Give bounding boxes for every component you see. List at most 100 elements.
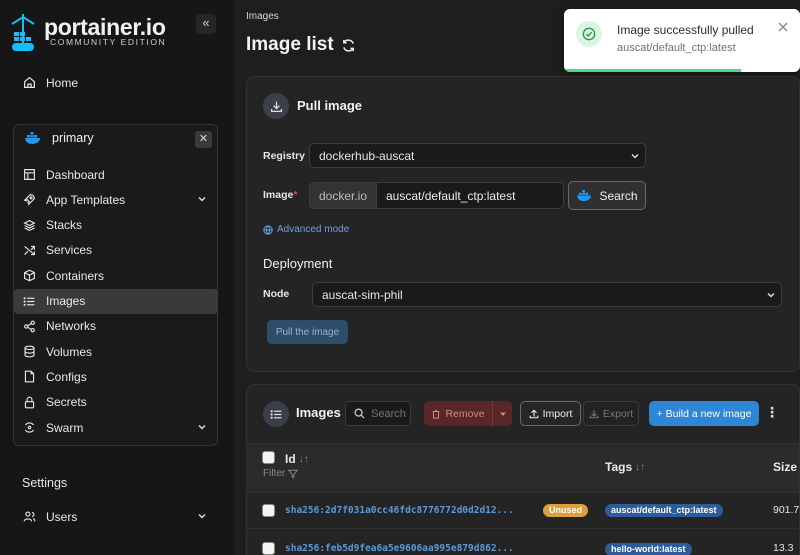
build-image-button[interactable]: + Build a new image — [649, 401, 759, 426]
download-icon — [589, 409, 599, 418]
lock-icon — [22, 395, 36, 409]
sidebar-item-services[interactable]: Services — [14, 238, 218, 263]
images-search[interactable] — [345, 401, 411, 426]
column-id-label: Id — [285, 452, 296, 466]
row-checkbox[interactable] — [262, 504, 275, 517]
table-header — [247, 443, 799, 493]
image-tag-badge: hello-world:latest — [605, 543, 692, 555]
main-content: Images Image list Pull image Registry do… — [234, 0, 800, 555]
column-header-size[interactable]: Size — [773, 460, 797, 474]
shuffle-icon — [22, 243, 36, 257]
remove-options-button[interactable] — [492, 401, 512, 426]
chevron-down-icon — [198, 513, 206, 519]
sidebar-item-label: Swarm — [46, 420, 84, 435]
file-icon — [22, 370, 36, 384]
list-icon — [263, 401, 289, 427]
home-icon — [22, 76, 36, 90]
sort-icon: ↓↑ — [298, 453, 309, 465]
more-options-icon[interactable]: ⋮ — [765, 404, 779, 424]
toast-title: Image successfully pulled — [617, 23, 754, 37]
sidebar-item-home[interactable]: Home — [14, 70, 218, 95]
column-header-id[interactable]: Id ↓↑ — [285, 452, 309, 466]
sidebar-item-volumes[interactable]: Volumes — [14, 339, 218, 364]
images-search-input[interactable] — [371, 407, 407, 420]
sidebar-item-app-templates[interactable]: App Templates — [14, 187, 218, 212]
row-checkbox[interactable] — [262, 542, 275, 555]
image-size: 13.3 — [773, 542, 794, 554]
breadcrumb[interactable]: Images — [246, 11, 279, 22]
sidebar-item-users[interactable]: Users — [14, 504, 218, 529]
advanced-mode-link[interactable]: Advanced mode — [263, 224, 349, 235]
download-icon — [263, 93, 289, 119]
sidebar-item-label: Home — [46, 75, 79, 90]
database-icon — [22, 345, 36, 359]
image-label-text: Image — [263, 189, 294, 201]
registry-prefix: docker.io — [309, 182, 377, 209]
check-circle-icon — [576, 21, 602, 47]
portainer-logo[interactable]: portainer.io COMMUNITY EDITION — [10, 12, 180, 52]
import-button[interactable]: Import — [520, 401, 581, 426]
filter-label: Filter — [263, 468, 286, 479]
advanced-mode-label: Advanced mode — [277, 224, 350, 235]
filter-icon — [288, 469, 299, 479]
environment-name[interactable]: primary — [24, 131, 94, 145]
sidebar-item-swarm[interactable]: Swarm — [14, 415, 218, 440]
page-title-text: Image list — [246, 34, 334, 55]
pull-image-title: Pull image — [297, 98, 363, 113]
sidebar-item-label: Images — [46, 294, 86, 308]
sidebar-item-images[interactable]: Images — [14, 288, 218, 314]
list-icon — [22, 294, 36, 308]
image-id-link[interactable]: sha256:2d7f031a0cc46fdc8776772d0d2d12... — [285, 505, 514, 516]
column-header-tags[interactable]: Tags ↓↑ — [605, 460, 645, 474]
logo-subtitle: COMMUNITY EDITION — [50, 37, 167, 47]
search-button[interactable]: Search — [568, 181, 646, 210]
sidebar-item-stacks[interactable]: Stacks — [14, 213, 218, 238]
close-environment-button[interactable]: ✕ — [195, 131, 212, 148]
box-icon — [22, 269, 36, 283]
column-size-label: Size — [773, 460, 798, 474]
sidebar-item-label: Containers — [46, 268, 105, 283]
sidebar-item-label: Networks — [46, 319, 97, 334]
chevron-down-icon — [767, 292, 775, 298]
export-button[interactable]: Export — [583, 401, 639, 426]
node-select[interactable]: auscat-sim-phil — [312, 282, 782, 307]
sidebar-item-configs[interactable]: Configs — [14, 364, 218, 389]
sidebar-item-networks[interactable]: Networks — [14, 314, 218, 339]
users-icon — [22, 510, 36, 524]
images-table-panel: Images Remove Import Export + Build a ne… — [246, 384, 800, 555]
sidebar-item-label: Secrets — [46, 395, 87, 410]
sidebar-item-label: Volumes — [46, 344, 93, 359]
remove-button[interactable]: Remove — [424, 401, 492, 426]
close-icon[interactable] — [777, 21, 789, 33]
deployment-title: Deployment — [263, 256, 333, 271]
collapse-sidebar-button[interactable]: « — [196, 14, 216, 34]
column-tags-label: Tags — [605, 460, 633, 474]
search-icon — [354, 408, 365, 419]
table-row[interactable]: sha256:2d7f031a0cc46fdc8776772d0d2d12...… — [247, 493, 800, 529]
image-input[interactable] — [377, 182, 564, 209]
image-label: Image* — [263, 189, 297, 201]
pull-image-button[interactable]: Pull the image — [267, 320, 348, 344]
page-title: Image list — [246, 34, 356, 56]
search-button-label: Search — [599, 188, 638, 203]
filter-button[interactable]: Filter — [263, 468, 299, 479]
registry-label: Registry — [263, 150, 306, 162]
table-row[interactable]: sha256:feb5d9fea6a5e9606aa995e879d862...… — [247, 530, 799, 555]
registry-value: dockerhub-auscat — [319, 148, 415, 163]
select-all-checkbox[interactable] — [262, 451, 275, 464]
settings-heading: Settings — [22, 476, 68, 490]
sidebar-item-label: App Templates — [46, 192, 126, 207]
image-id-link[interactable]: sha256:feb5d9fea6a5e9606aa995e879d862... — [285, 543, 514, 554]
registry-select[interactable]: dockerhub-auscat — [309, 143, 646, 168]
image-size: 901.7 — [773, 504, 800, 516]
image-tag-badge: auscat/default_ctp:latest — [605, 504, 723, 517]
rocket-icon — [22, 193, 36, 207]
sidebar-item-containers[interactable]: Containers — [14, 263, 218, 288]
swarm-icon — [22, 421, 36, 435]
sidebar-item-label: Stacks — [46, 218, 83, 233]
share-icon — [22, 319, 36, 333]
required-marker: * — [293, 189, 298, 201]
sidebar-item-secrets[interactable]: Secrets — [14, 390, 218, 415]
refresh-icon[interactable] — [341, 38, 356, 53]
sidebar-item-dashboard[interactable]: Dashboard — [14, 162, 218, 187]
